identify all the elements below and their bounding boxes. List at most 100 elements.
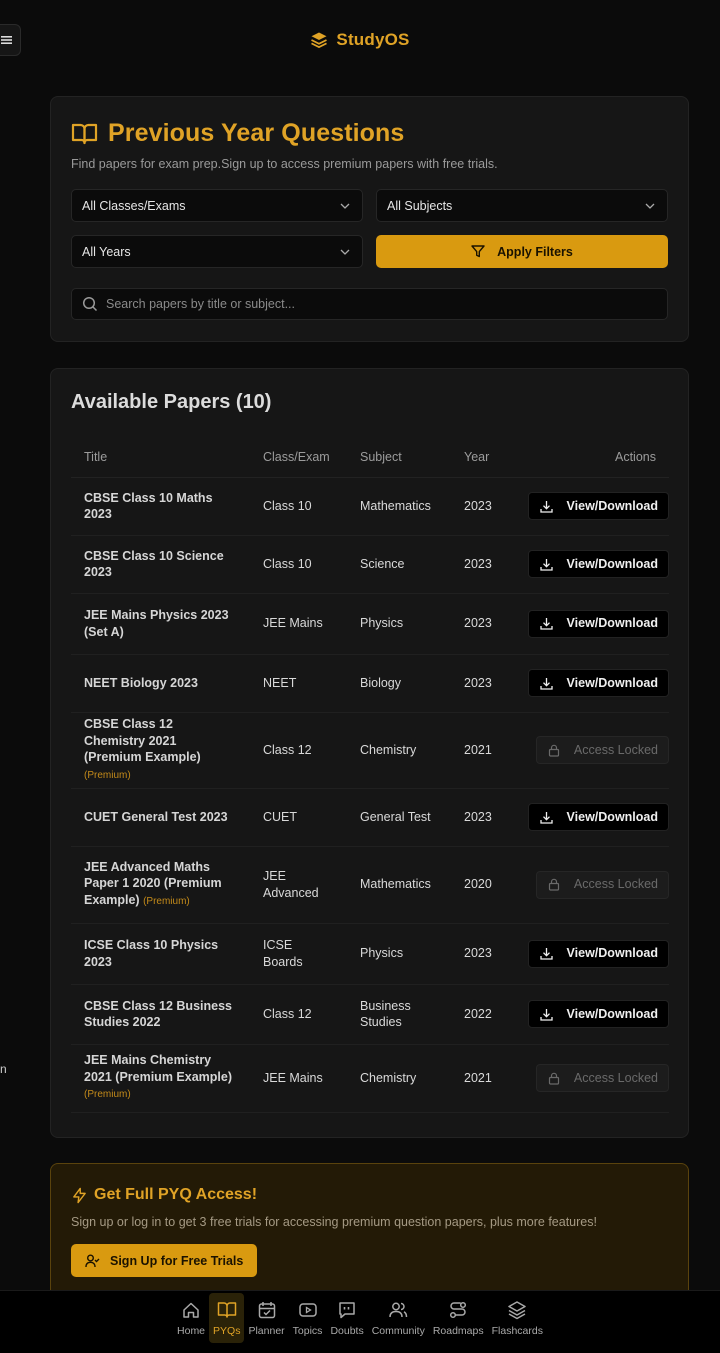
chevron-down-icon: [340, 203, 350, 209]
table-row: ICSE Class 10 Physics 2023 ICSE Boards Phy…: [71, 923, 669, 985]
action-label: View/Download: [566, 498, 658, 513]
nav-item-community[interactable]: Community: [368, 1293, 429, 1343]
paper-year: 2023: [451, 593, 511, 655]
access-locked-button: Access Locked: [535, 870, 669, 899]
paper-year: 2023: [451, 788, 511, 847]
paper-subject: Physics: [347, 593, 451, 655]
lock-icon: [548, 1072, 560, 1085]
lock-icon: [548, 878, 560, 891]
table-row: CBSE Class 10 Maths 2023 Class 10 Mathemat…: [71, 477, 669, 536]
paper-year: 2021: [451, 1044, 511, 1113]
page-subtitle: Find papers for exam prep.Sign up to acc…: [71, 157, 498, 171]
nav-item-planner[interactable]: Planner: [244, 1293, 288, 1343]
view-download-button[interactable]: View/Download: [527, 550, 669, 578]
apply-filters-button[interactable]: Apply Filters: [376, 235, 668, 268]
paper-title: JEE Mains Physics 2023 (Set A): [71, 593, 250, 655]
promo-text: Sign up or log in to get 3 free trials f…: [71, 1215, 597, 1229]
download-icon: [539, 558, 553, 571]
col-title: Title: [71, 437, 250, 478]
paper-year: 2022: [451, 984, 511, 1045]
view-download-button[interactable]: View/Download: [527, 939, 669, 968]
nav-label: PYQs: [213, 1324, 241, 1337]
nav-item-doubts[interactable]: Doubts: [326, 1293, 367, 1343]
paper-actions: Access Locked: [511, 1044, 669, 1113]
paper-class: Class 10: [250, 535, 347, 594]
paper-title: JEE Mains Chemistry 2021 (Premium Exampl…: [71, 1044, 250, 1113]
paper-actions: View/Download: [511, 984, 669, 1045]
download-icon: [539, 811, 553, 824]
premium-badge: (Premium): [143, 895, 190, 907]
bottom-nav: Home PYQs Planner Topics Doubts Community Road…: [0, 1290, 720, 1353]
nav-label: Topics: [292, 1324, 323, 1337]
download-icon: [539, 677, 553, 690]
paper-title: CBSE Class 10 Maths 2023: [71, 477, 250, 536]
subjects-value: All Subjects: [387, 198, 453, 213]
paper-subject: Biology: [347, 654, 451, 713]
filter-grid: All Classes/Exams All Subjects All Years…: [71, 189, 668, 329]
nav-item-roadmaps[interactable]: Roadmaps: [429, 1293, 488, 1343]
video-icon: [298, 1302, 317, 1317]
top-bar: StudyOS: [0, 0, 720, 80]
search-input[interactable]: [106, 297, 626, 311]
class-exam-select[interactable]: All Classes/Exams: [71, 189, 363, 222]
nav-label: Home: [177, 1324, 206, 1337]
table-row: NEET Biology 2023 NEET Biology 2023 View/Dow…: [71, 654, 669, 713]
book-open-icon: [71, 123, 98, 144]
papers-heading: Available Papers (10): [71, 391, 272, 413]
action-label: View/Download: [566, 616, 658, 631]
class-exam-value: All Classes/Exams: [82, 198, 186, 213]
paper-year: 2021: [451, 712, 511, 789]
chevron-down-icon: [340, 249, 350, 255]
nav-item-topics[interactable]: Topics: [289, 1293, 327, 1343]
view-download-button[interactable]: View/Download: [527, 803, 669, 831]
papers-card: Available Papers (10) Title Class/Exam S…: [50, 368, 689, 1138]
paper-subject: Mathematics: [347, 846, 451, 924]
paper-title-text: JEE Mains Chemistry 2021 (Premium Exampl…: [84, 1053, 232, 1084]
papers-table: Title Class/Exam Subject Year Actions CB…: [71, 437, 669, 1113]
paper-year: 2023: [451, 477, 511, 536]
paper-actions: View/Download: [511, 593, 669, 655]
subjects-select[interactable]: All Subjects: [376, 189, 668, 222]
paper-title-text: CBSE Class 10 Maths 2023: [84, 490, 213, 522]
paper-title: CBSE Class 12 Chemistry 2021 (Premium Ex…: [71, 712, 250, 789]
paper-actions: View/Download: [511, 923, 669, 985]
years-select[interactable]: All Years: [71, 235, 363, 268]
paper-year: 2023: [451, 535, 511, 594]
users-icon: [389, 1302, 408, 1317]
nav-item-home[interactable]: Home: [173, 1293, 209, 1343]
nav-label: Roadmaps: [432, 1324, 484, 1337]
signup-free-trials-button[interactable]: Sign Up for Free Trials: [71, 1244, 258, 1277]
access-locked-button: Access Locked: [535, 1064, 669, 1092]
action-label: View/Download: [566, 809, 658, 824]
lightning-icon: [73, 1187, 86, 1203]
filter-icon: [471, 245, 485, 258]
action-label: View/Download: [566, 946, 658, 961]
nav-label: Planner: [248, 1324, 285, 1337]
paper-title-text: NEET Biology 2023: [84, 675, 198, 690]
view-download-button[interactable]: View/Download: [527, 492, 669, 520]
table-row: JEE Mains Physics 2023 (Set A) JEE Mains P…: [71, 593, 669, 655]
search-box[interactable]: [71, 288, 668, 320]
paper-class: NEET: [250, 654, 347, 713]
nav-item-pyqs[interactable]: PYQs: [209, 1293, 245, 1343]
paper-subject: Chemistry: [347, 712, 451, 789]
view-download-button[interactable]: View/Download: [527, 609, 669, 638]
paper-subject: Chemistry: [347, 1044, 451, 1113]
brand-name[interactable]: StudyOS: [336, 30, 409, 50]
lock-icon: [548, 744, 560, 757]
download-icon: [539, 618, 553, 630]
page-title-row: Previous Year Questions: [71, 119, 668, 148]
nav-item-flashcards[interactable]: Flashcards: [488, 1293, 547, 1343]
premium-badge: (Premium): [84, 1089, 131, 1101]
calendar-check-icon: [258, 1301, 275, 1318]
paper-actions: Access Locked: [511, 846, 669, 924]
paper-title: ICSE Class 10 Physics 2023: [71, 923, 250, 985]
view-download-button[interactable]: View/Download: [527, 669, 669, 697]
apply-filters-label: Apply Filters: [497, 244, 573, 259]
paper-class: JEE Advanced: [250, 846, 347, 924]
col-year: Year: [451, 437, 511, 478]
view-download-button[interactable]: View/Download: [527, 1000, 669, 1028]
layers-icon: [508, 1300, 527, 1319]
paper-subject: Science: [347, 535, 451, 594]
paper-subject: General Test: [347, 788, 451, 847]
